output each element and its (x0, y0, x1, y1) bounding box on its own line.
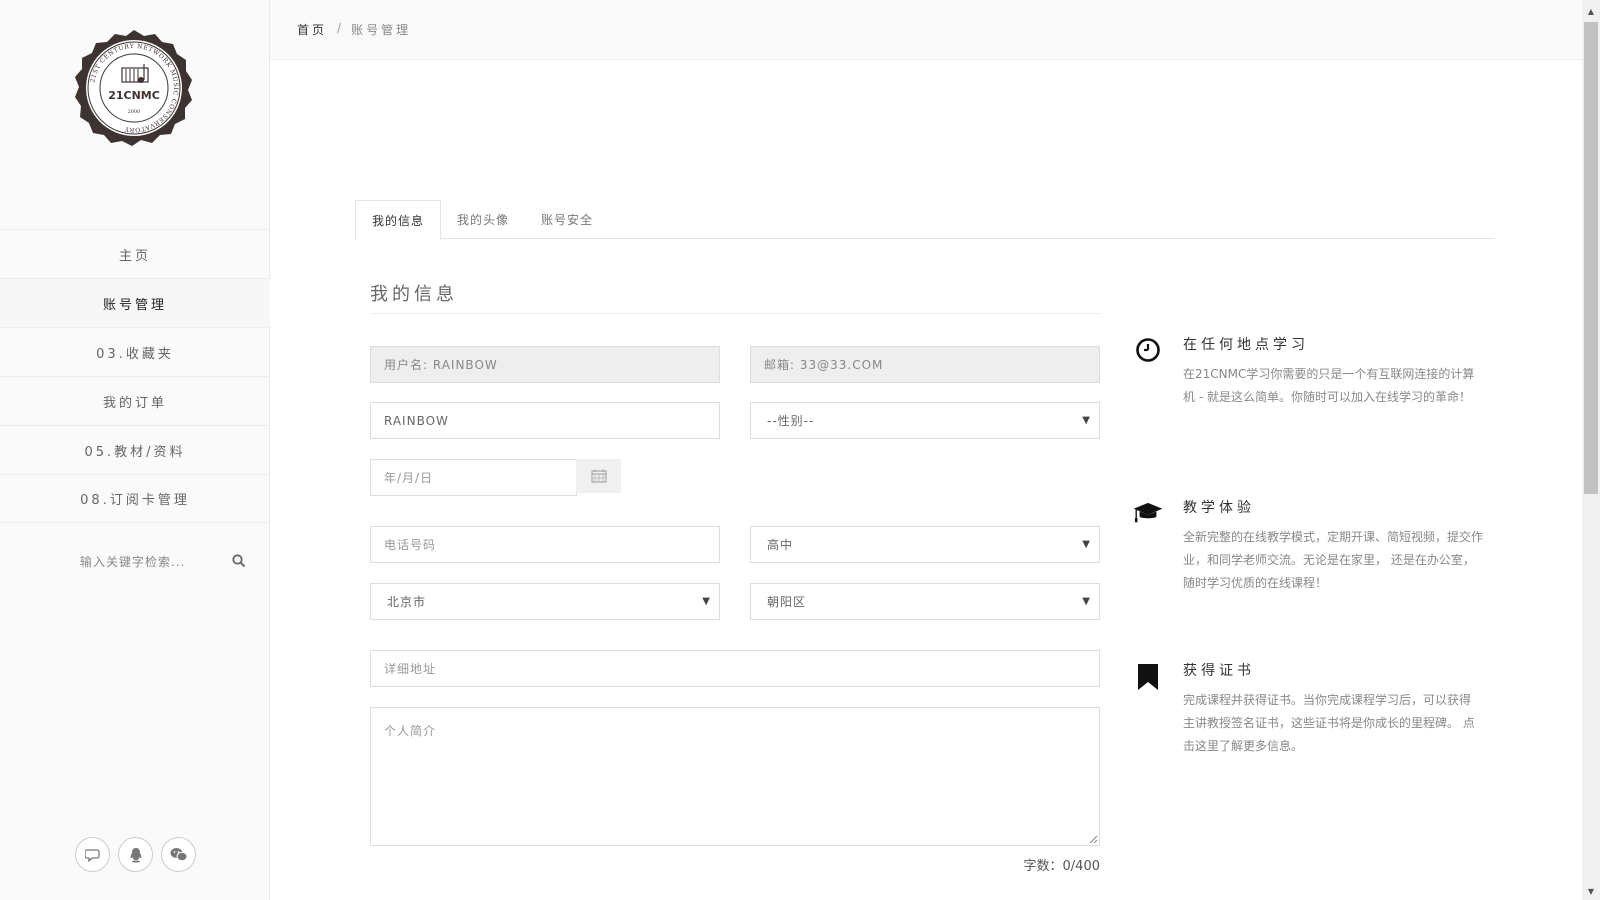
breadcrumb-current: 账号管理 (351, 23, 412, 37)
feature-title-certificate: 获得证书 (1183, 663, 1255, 679)
char-counter: 字数：0/400 (1023, 859, 1100, 874)
sidebar-item-orders[interactable]: 我的订单 (0, 376, 270, 425)
education-select-value: 高中 (767, 538, 794, 552)
chevron-down-icon: ▼ (1082, 415, 1091, 426)
province-select[interactable]: 北京市 ▼ (370, 583, 720, 620)
sidebar-item-account[interactable]: 账号管理 (0, 278, 270, 327)
gender-select-value: --性别-- (767, 414, 815, 428)
scroll-down-arrow-icon[interactable]: ▼ (1582, 884, 1600, 898)
feature-title-teaching: 教学体验 (1183, 500, 1255, 516)
sidebar-nav: 主页 账号管理 03.收藏夹 我的订单 05.教材/资料 08.订阅卡管理 (0, 229, 270, 523)
profile-tabs: 我的信息 我的头像 账号安全 (355, 200, 1495, 240)
chevron-down-icon: ▼ (1082, 596, 1091, 607)
scrollbar-thumb[interactable] (1584, 22, 1598, 494)
feature-title-anywhere: 在任何地点学习 (1183, 337, 1309, 353)
bio-textarea[interactable] (370, 707, 1100, 846)
sidebar-item-home[interactable]: 主页 (0, 229, 270, 278)
logo-seal-icon: 21ST CENTURY NETWORK MUSIC CONSERVATORY … (75, 30, 192, 146)
bookmark-icon (1132, 661, 1164, 693)
province-select-value: 北京市 (387, 595, 427, 609)
address-input[interactable] (370, 650, 1100, 687)
calendar-button[interactable] (576, 459, 621, 493)
education-select[interactable]: 高中 ▼ (750, 526, 1100, 563)
resize-grip-icon[interactable] (1088, 834, 1098, 844)
chevron-down-icon: ▼ (1082, 539, 1091, 550)
sidebar-search (80, 550, 250, 574)
site-logo[interactable]: 21ST CENTURY NETWORK MUSIC CONSERVATORY … (74, 28, 194, 148)
breadcrumb: 首页 / 账号管理 (297, 21, 411, 38)
feature-desc-certificate: 完成课程并获得证书。当你完成课程学习后，可以获得 主讲教授签名证书，这些证书将是… (1183, 693, 1475, 753)
breadcrumb-home[interactable]: 首页 (297, 21, 327, 38)
svg-text:2000: 2000 (128, 109, 141, 115)
clock-icon (1132, 334, 1164, 366)
chevron-down-icon: ▼ (702, 596, 711, 607)
breadcrumb-separator: / (337, 21, 342, 35)
district-select[interactable]: 朝阳区 ▼ (750, 583, 1100, 620)
sidebar: 21ST CENTURY NETWORK MUSIC CONSERVATORY … (0, 0, 270, 900)
tab-my-avatar[interactable]: 我的头像 (441, 200, 525, 239)
social-links (75, 837, 196, 872)
sidebar-item-favorites[interactable]: 03.收藏夹 (0, 327, 270, 376)
birthday-input[interactable] (370, 459, 577, 496)
chat-bubble-icon[interactable] (75, 837, 110, 872)
svg-text:21CNMC: 21CNMC (108, 89, 160, 102)
phone-input[interactable] (370, 526, 720, 563)
scroll-up-arrow-icon[interactable]: ▲ (1582, 4, 1600, 18)
feature-desc-anywhere: 在21CNMC学习你需要的只是一个有互联网连接的计算机 - 就是这么简单。你随时… (1183, 367, 1475, 404)
sidebar-search-input[interactable] (80, 555, 220, 569)
wechat-icon[interactable] (161, 837, 196, 872)
search-icon[interactable] (232, 553, 250, 571)
username-field[interactable] (370, 346, 720, 383)
tab-my-info[interactable]: 我的信息 (355, 200, 442, 240)
sidebar-item-materials[interactable]: 05.教材/资料 (0, 425, 270, 474)
page-title: 我的信息 (370, 284, 458, 305)
top-bar: 首页 / 账号管理 (270, 0, 1582, 60)
nickname-input[interactable] (370, 402, 720, 439)
title-divider (370, 313, 1100, 314)
feature-desc-teaching: 全新完整的在线教学模式，定期开课、简短视频，提交作业，和同学老师交流。无论是在家… (1183, 530, 1484, 590)
graduation-cap-icon (1132, 497, 1164, 529)
email-field[interactable] (750, 346, 1100, 383)
qq-penguin-icon[interactable] (118, 837, 153, 872)
sidebar-item-subscription-cards[interactable]: 08.订阅卡管理 (0, 474, 270, 523)
district-select-value: 朝阳区 (767, 595, 807, 609)
calendar-icon (591, 469, 606, 483)
tab-account-security[interactable]: 账号安全 (525, 200, 609, 239)
gender-select[interactable]: --性别-- ▼ (750, 402, 1100, 439)
